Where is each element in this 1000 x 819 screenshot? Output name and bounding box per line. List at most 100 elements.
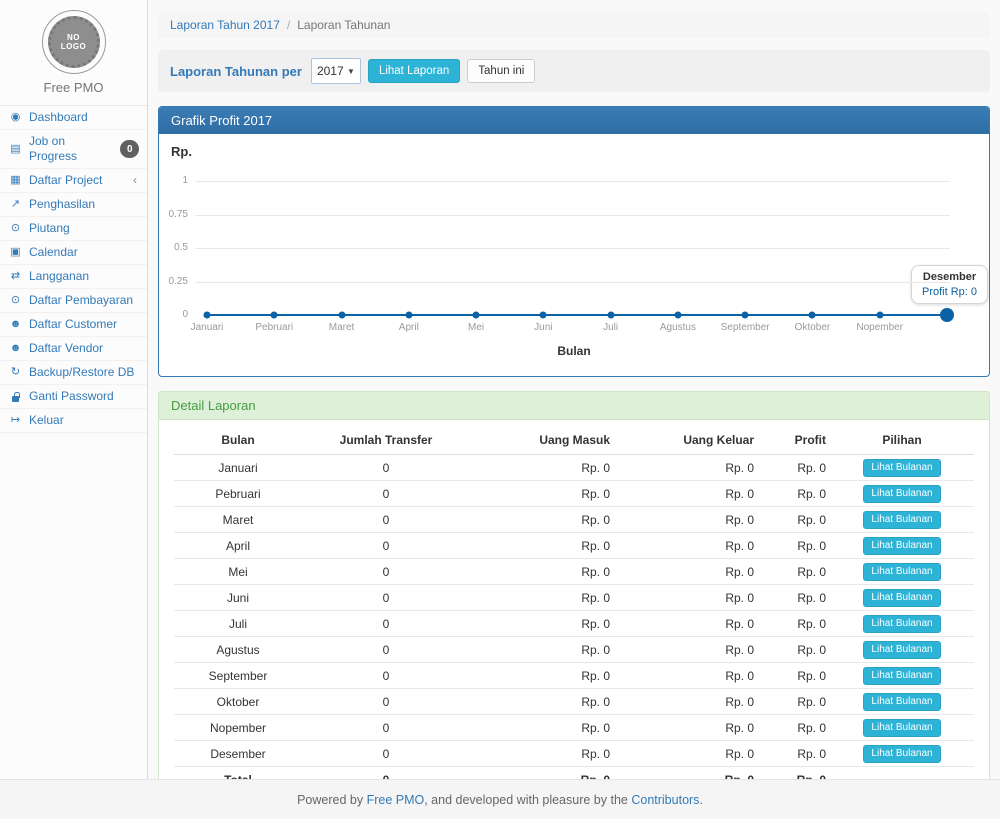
table-header-row: BulanJumlah TransferUang MasukUang Kelua… xyxy=(174,426,974,455)
chart-line-icon: ↗ xyxy=(8,197,23,212)
x-tick-label: September xyxy=(721,322,770,333)
view-monthly-button-september[interactable]: Lihat Bulanan xyxy=(863,667,940,685)
cell-pilihan: Lihat Bulanan xyxy=(830,559,974,585)
view-monthly-button-agustus[interactable]: Lihat Bulanan xyxy=(863,641,940,659)
year-select[interactable]: 2017 ▼ xyxy=(311,58,361,84)
data-point-september[interactable] xyxy=(742,312,749,319)
cell-pilihan: Lihat Bulanan xyxy=(830,455,974,481)
data-point-maret[interactable] xyxy=(338,312,345,319)
data-point-april[interactable] xyxy=(405,312,412,319)
cell-bulan: April xyxy=(174,533,302,559)
data-point-juli[interactable] xyxy=(607,312,614,319)
sidebar-item-label: Daftar Pembayaran xyxy=(29,293,133,308)
view-monthly-button-juni[interactable]: Lihat Bulanan xyxy=(863,589,940,607)
view-report-button[interactable]: Lihat Laporan xyxy=(368,59,460,83)
data-point-agustus[interactable] xyxy=(674,312,681,319)
sidebar-item-label: Job on Progress xyxy=(29,134,114,164)
view-monthly-button-nopember[interactable]: Lihat Bulanan xyxy=(863,719,940,737)
view-monthly-button-oktober[interactable]: Lihat Bulanan xyxy=(863,693,940,711)
data-point-oktober[interactable] xyxy=(809,312,816,319)
sidebar-item-langganan[interactable]: ⇄Langganan xyxy=(0,265,147,289)
cell-bulan: Juli xyxy=(174,611,302,637)
cell-keluar: Rp. 0 xyxy=(614,611,758,637)
cell-bulan: Januari xyxy=(174,455,302,481)
view-monthly-button-januari[interactable]: Lihat Bulanan xyxy=(863,459,940,477)
chart-panel-title: Grafik Profit 2017 xyxy=(159,107,989,134)
chevron-left-icon: ‹ xyxy=(133,173,137,188)
cell-profit: Rp. 0 xyxy=(758,663,830,689)
tooltip-value: Profit Rp: 0 xyxy=(922,286,977,298)
view-monthly-button-maret[interactable]: Lihat Bulanan xyxy=(863,511,940,529)
table-row-juli: Juli0Rp. 0Rp. 0Rp. 0Lihat Bulanan xyxy=(174,611,974,637)
footer-link-contributors[interactable]: Contributors xyxy=(631,793,699,807)
current-year-button[interactable]: Tahun ini xyxy=(467,59,535,83)
cell-jumlah: 0 xyxy=(302,637,470,663)
column-header-bulan: Bulan xyxy=(174,426,302,455)
cell-masuk: Rp. 0 xyxy=(470,715,614,741)
cell-pilihan: Lihat Bulanan xyxy=(830,663,974,689)
cell-jumlah: 0 xyxy=(302,585,470,611)
cell-profit: Rp. 0 xyxy=(758,741,830,767)
sidebar-item-dashboard[interactable]: ◉Dashboard xyxy=(0,106,147,130)
cell-masuk: Rp. 0 xyxy=(470,507,614,533)
table-row-nopember: Nopember0Rp. 0Rp. 0Rp. 0Lihat Bulanan xyxy=(174,715,974,741)
footer-text: Powered by xyxy=(297,793,363,807)
gridline xyxy=(195,248,950,249)
report-filter-bar: Laporan Tahunan per 2017 ▼ Lihat Laporan… xyxy=(158,50,990,92)
sidebar-item-piutang[interactable]: ⊙Piutang xyxy=(0,217,147,241)
sidebar-item-calendar[interactable]: ▣Calendar xyxy=(0,241,147,265)
data-point-desember[interactable] xyxy=(940,308,954,322)
detail-panel-title: Detail Laporan xyxy=(159,392,989,420)
table-row-januari: Januari0Rp. 0Rp. 0Rp. 0Lihat Bulanan xyxy=(174,455,974,481)
data-point-juni[interactable] xyxy=(540,312,547,319)
view-monthly-button-desember[interactable]: Lihat Bulanan xyxy=(863,745,940,763)
sidebar-item-daftar-customer[interactable]: ☻Daftar Customer xyxy=(0,313,147,337)
chevron-down-icon: ▼ xyxy=(347,67,355,76)
sidebar-item-job-on-progress[interactable]: ▤Job on Progress0 xyxy=(0,130,147,169)
view-monthly-button-april[interactable]: Lihat Bulanan xyxy=(863,537,940,555)
table-icon: ▦ xyxy=(8,173,23,188)
breadcrumb-link-laporan-tahun[interactable]: Laporan Tahun 2017 xyxy=(170,18,280,32)
data-point-mei[interactable] xyxy=(473,312,480,319)
column-header-jumlah-transfer: Jumlah Transfer xyxy=(302,426,470,455)
sidebar-item-daftar-project[interactable]: ▦Daftar Project‹ xyxy=(0,169,147,193)
x-tick-label: Nopember xyxy=(856,322,903,333)
cell-profit: Rp. 0 xyxy=(758,715,830,741)
sidebar-item-ganti-password[interactable]: Ganti Password xyxy=(0,385,147,409)
sidebar-item-keluar[interactable]: ↦ Keluar xyxy=(0,409,147,433)
cell-pilihan: Lihat Bulanan xyxy=(830,637,974,663)
filter-label: Laporan Tahunan per xyxy=(170,64,302,79)
sidebar-item-daftar-pembayaran[interactable]: ⊙Daftar Pembayaran xyxy=(0,289,147,313)
view-monthly-button-pebruari[interactable]: Lihat Bulanan xyxy=(863,485,940,503)
cell-profit: Rp. 0 xyxy=(758,455,830,481)
data-point-januari[interactable] xyxy=(204,312,211,319)
table-row-oktober: Oktober0Rp. 0Rp. 0Rp. 0Lihat Bulanan xyxy=(174,689,974,715)
sign-out-icon: ↦ xyxy=(8,413,23,428)
table-row-agustus: Agustus0Rp. 0Rp. 0Rp. 0Lihat Bulanan xyxy=(174,637,974,663)
dashboard-icon: ◉ xyxy=(8,110,23,125)
page: NO LOGO Free PMO ◉Dashboard▤Job on Progr… xyxy=(0,0,1000,819)
cell-pilihan: Lihat Bulanan xyxy=(830,715,974,741)
cell-pilihan: Lihat Bulanan xyxy=(830,533,974,559)
view-monthly-button-juli[interactable]: Lihat Bulanan xyxy=(863,615,940,633)
cell-pilihan: Lihat Bulanan xyxy=(830,689,974,715)
sidebar-item-label: Backup/Restore DB xyxy=(29,365,134,380)
table-row-maret: Maret0Rp. 0Rp. 0Rp. 0Lihat Bulanan xyxy=(174,507,974,533)
cell-bulan: Agustus xyxy=(174,637,302,663)
data-point-nopember[interactable] xyxy=(876,312,883,319)
cell-keluar: Rp. 0 xyxy=(614,585,758,611)
cell-pilihan: Lihat Bulanan xyxy=(830,585,974,611)
sidebar-item-backup-restore-db[interactable]: ↻Backup/Restore DB xyxy=(0,361,147,385)
cell-bulan: September xyxy=(174,663,302,689)
data-point-pebruari[interactable] xyxy=(271,312,278,319)
cell-profit: Rp. 0 xyxy=(758,533,830,559)
sidebar-item-label: Keluar xyxy=(29,413,64,428)
x-tick-label: Pebruari xyxy=(255,322,293,333)
sidebar-item-daftar-vendor[interactable]: ☻Daftar Vendor xyxy=(0,337,147,361)
footer-link-free-pmo[interactable]: Free PMO xyxy=(367,793,425,807)
sidebar-item-label: Ganti Password xyxy=(29,389,114,404)
cell-masuk: Rp. 0 xyxy=(470,741,614,767)
sidebar-item-penghasilan[interactable]: ↗Penghasilan xyxy=(0,193,147,217)
view-monthly-button-mei[interactable]: Lihat Bulanan xyxy=(863,563,940,581)
count-badge: 0 xyxy=(120,140,139,158)
